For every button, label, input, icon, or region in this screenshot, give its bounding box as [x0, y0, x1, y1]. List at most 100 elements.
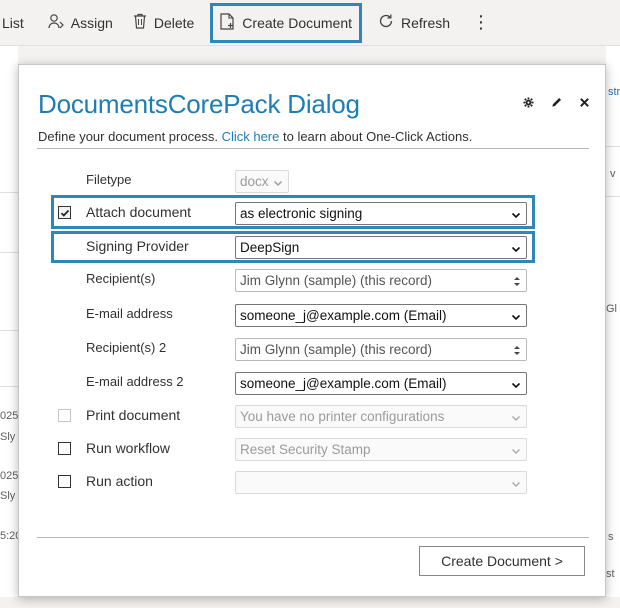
subtitle-text-suffix: to learn about One-Click Actions.	[282, 129, 473, 144]
new-document-icon	[220, 12, 242, 33]
documentscorepack-dialog: DocumentsCorePack Dialog Define your doc…	[18, 64, 606, 597]
run-workflow-row: Run workflow Reset Security Stamp	[55, 436, 535, 462]
up-down-icon	[513, 344, 521, 359]
chevron-down-icon	[511, 242, 521, 257]
background-left-panel	[0, 46, 18, 608]
chevron-down-icon	[511, 477, 521, 492]
background-text: 025	[0, 410, 19, 422]
background-divider	[0, 330, 18, 331]
recipients-select[interactable]: Jim Glynn (sample) (this record)	[235, 269, 527, 292]
email-address-2-value: someone_j@example.com (Email)	[240, 376, 447, 391]
more-icon: ⋮	[472, 12, 491, 32]
email-address-value: someone_j@example.com (Email)	[240, 308, 447, 323]
background-divider	[606, 146, 620, 147]
filetype-value: docx	[240, 174, 269, 189]
dialog-window-controls	[521, 95, 591, 109]
background-divider	[0, 386, 18, 387]
chevron-down-icon	[511, 208, 521, 223]
run-workflow-label: Run workflow	[86, 440, 171, 456]
recipients-2-value: Jim Glynn (sample) (this record)	[240, 342, 433, 357]
workflow-select[interactable]: Reset Security Stamp	[235, 438, 527, 461]
filetype-row: Filetype docx	[55, 168, 535, 194]
up-down-icon	[513, 275, 521, 290]
workflow-value: Reset Security Stamp	[240, 442, 371, 457]
action-select[interactable]	[235, 471, 527, 494]
background-text: st	[606, 568, 615, 580]
attach-document-select[interactable]: as electronic signing	[235, 202, 527, 225]
attach-document-value: as electronic signing	[240, 206, 363, 221]
background-divider	[606, 196, 620, 197]
recipients-2-select[interactable]: Jim Glynn (sample) (this record)	[235, 338, 527, 361]
learn-more-link[interactable]: Click here	[222, 129, 280, 144]
email-address-2-select[interactable]: someone_j@example.com (Email)	[235, 372, 527, 395]
create-document-toolbar-button[interactable]: Create Document	[210, 2, 363, 43]
chevron-down-icon	[511, 444, 521, 459]
edit-pencil-icon[interactable]	[549, 95, 563, 109]
print-document-checkbox[interactable]	[58, 409, 71, 422]
background-text: Sly	[0, 490, 16, 502]
filetype-label: Filetype	[86, 172, 132, 187]
email-address-label: E-mail address	[86, 306, 173, 321]
dialog-title: DocumentsCorePack Dialog	[38, 89, 360, 119]
chevron-down-icon	[273, 176, 283, 191]
refresh-button[interactable]: Refresh	[368, 4, 460, 42]
attach-document-label: Attach document	[86, 204, 192, 220]
list-label: List	[2, 14, 24, 31]
background-right-panel	[606, 46, 620, 608]
create-document-label: Create Document	[242, 14, 353, 31]
chevron-down-icon	[511, 411, 521, 426]
printer-select[interactable]: You have no printer configurations	[235, 405, 527, 428]
recipients-label: Recipient(s)	[86, 271, 156, 286]
chevron-down-icon	[511, 310, 521, 325]
gear-icon[interactable]	[521, 95, 535, 109]
recipients-2-row: Recipient(s) 2 Jim Glynn (sample) (this …	[55, 336, 535, 362]
subtitle-text: Define your document process.	[38, 129, 218, 144]
run-action-label: Run action	[86, 473, 153, 489]
footer-divider	[37, 537, 589, 538]
background-divider	[0, 192, 18, 193]
list-button[interactable]: List	[0, 4, 38, 42]
background-text: str	[608, 86, 620, 98]
filetype-select[interactable]: docx	[235, 170, 289, 193]
run-workflow-checkbox[interactable]	[58, 442, 71, 455]
close-icon[interactable]	[577, 95, 591, 109]
background-text: s	[608, 531, 614, 543]
attach-document-row: Attach document as electronic signing	[55, 200, 535, 226]
trash-icon	[133, 13, 154, 32]
print-document-row: Print document You have no printer confi…	[55, 403, 535, 429]
signing-provider-value: DeepSign	[240, 240, 300, 255]
run-action-checkbox[interactable]	[58, 475, 71, 488]
create-document-button[interactable]: Create Document >	[419, 546, 585, 576]
delete-label: Delete	[153, 14, 195, 31]
attach-document-checkbox[interactable]	[58, 206, 71, 219]
header-divider	[37, 148, 589, 149]
recipients-row: Recipient(s) Jim Glynn (sample) (this re…	[55, 267, 535, 293]
assign-label: Assign	[70, 14, 113, 31]
printer-value: You have no printer configurations	[240, 409, 445, 424]
background-bottom-strip	[0, 597, 620, 608]
signing-provider-select[interactable]: DeepSign	[235, 236, 527, 259]
print-document-label: Print document	[86, 407, 181, 423]
signing-provider-label: Signing Provider	[86, 238, 189, 254]
dialog-subtitle: Define your document process. Click here…	[38, 129, 472, 144]
assign-button[interactable]: Assign	[38, 4, 123, 42]
recipients-2-label: Recipient(s) 2	[86, 340, 167, 355]
signing-provider-row: Signing Provider DeepSign	[55, 234, 535, 260]
more-commands-button[interactable]: ⋮	[460, 4, 502, 42]
command-bar: List Assign Delete Create Document Refre…	[0, 0, 620, 46]
background-text: Sly	[0, 431, 16, 443]
email-address-2-label: E-mail address 2	[86, 374, 184, 389]
background-divider	[0, 252, 18, 253]
background-text: v	[610, 168, 616, 180]
delete-button[interactable]: Delete	[123, 4, 204, 42]
background-text: Gl	[606, 303, 617, 315]
refresh-label: Refresh	[401, 14, 451, 31]
recipients-value: Jim Glynn (sample) (this record)	[240, 273, 433, 288]
run-action-row: Run action	[55, 469, 535, 495]
refresh-icon	[378, 13, 401, 32]
email-address-row: E-mail address someone_j@example.com (Em…	[55, 302, 535, 328]
person-icon	[48, 13, 71, 32]
email-address-select[interactable]: someone_j@example.com (Email)	[235, 304, 527, 327]
chevron-down-icon	[511, 378, 521, 393]
email-address-2-row: E-mail address 2 someone_j@example.com (…	[55, 370, 535, 396]
